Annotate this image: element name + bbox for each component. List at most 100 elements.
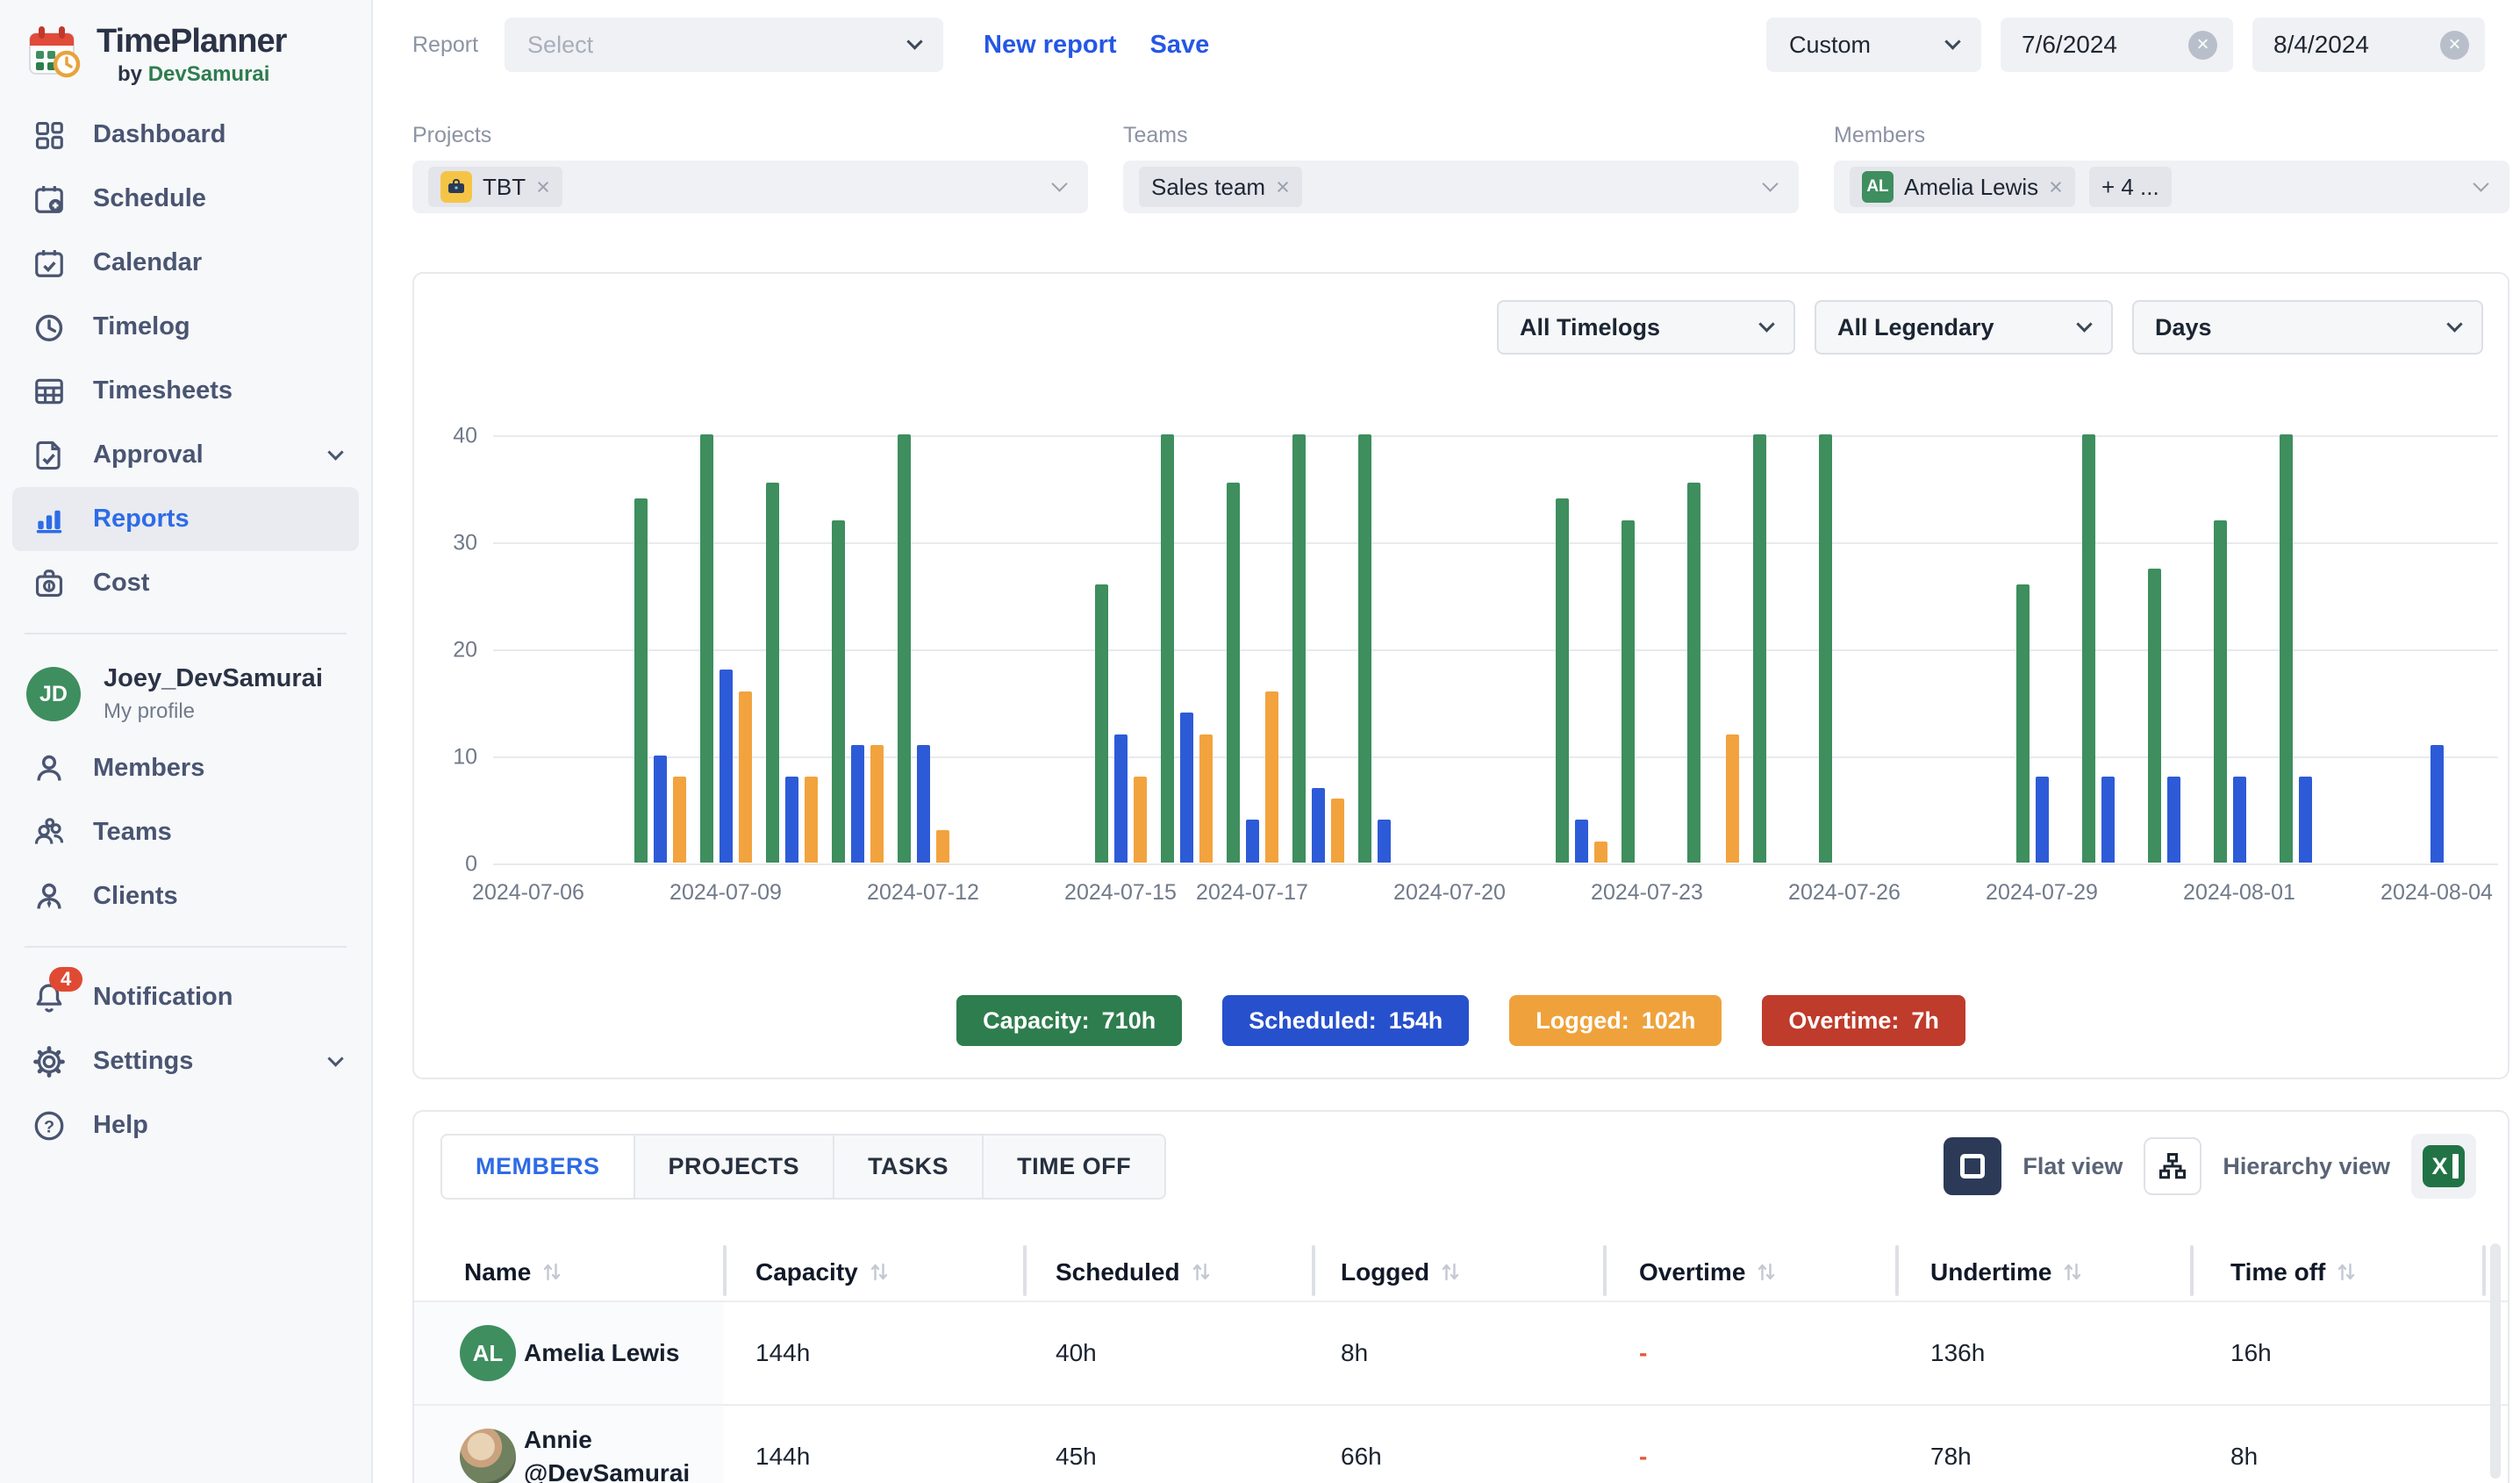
table-scrollbar[interactable] (2490, 1243, 2501, 1479)
chevron-down-icon (327, 1050, 343, 1066)
sidebar: TimePlanner by DevSamurai Dashboard Sche… (0, 0, 373, 1483)
timelogs-select[interactable]: All Timelogs (1497, 300, 1795, 355)
legend-label: Capacity: (983, 1007, 1090, 1035)
x-axis-tick: 2024-07-12 (867, 880, 979, 906)
x-axis-tick: 2024-08-01 (2183, 880, 2295, 906)
sidebar-item-schedule[interactable]: Schedule (0, 167, 371, 231)
column-header-label: Logged (1341, 1258, 1429, 1286)
sort-icon[interactable] (543, 1260, 561, 1284)
cell-time-off: 16h (2230, 1339, 2272, 1367)
sort-icon[interactable] (1192, 1260, 1210, 1284)
more-members-chip[interactable]: + 4 ... (2089, 167, 2172, 207)
column-separator (1023, 1245, 1027, 1296)
column-header-label: Scheduled (1056, 1258, 1180, 1286)
sidebar-item-calendar[interactable]: Calendar (0, 231, 371, 295)
sidebar-item-clients[interactable]: Clients (0, 864, 371, 928)
sidebar-item-cost[interactable]: Cost (0, 551, 371, 615)
sort-icon[interactable] (1758, 1260, 1775, 1284)
chart-bar-capacity (2082, 434, 2095, 863)
range-preset-select[interactable]: Custom (1766, 18, 1981, 72)
people-icon (30, 813, 68, 852)
column-header-time-off[interactable]: Time off (2230, 1258, 2355, 1286)
app-subtitle: by DevSamurai (118, 62, 286, 87)
sidebar-item-approval[interactable]: Approval (0, 423, 371, 487)
legend-toggle-logged[interactable]: Logged:102h (1509, 995, 1722, 1046)
tab-time-off[interactable]: TIME OFF (984, 1136, 1164, 1198)
hierarchy-view-button[interactable] (2144, 1137, 2201, 1195)
team-chip[interactable]: Sales team × (1139, 167, 1302, 207)
sort-icon[interactable] (1442, 1260, 1459, 1284)
sidebar-item-members[interactable]: Members (0, 736, 371, 800)
date-to-field[interactable]: 8/4/2024 × (2252, 18, 2485, 72)
project-chip[interactable]: TBT × (428, 167, 562, 207)
table-row[interactable]: ALAmelia Lewis144h40h8h-136h16h (414, 1300, 2508, 1404)
column-header-name[interactable]: Name (464, 1258, 561, 1286)
column-separator (2482, 1245, 2486, 1296)
sidebar-divider (25, 946, 347, 948)
square-icon (1960, 1154, 1985, 1179)
members-multiselect[interactable]: AL Amelia Lewis × + 4 ... (1834, 161, 2509, 213)
projects-label: Projects (412, 123, 1088, 148)
project-chip-label: TBT (483, 174, 526, 201)
calendar-plus-icon (30, 180, 68, 219)
sidebar-item-reports[interactable]: Reports (12, 487, 359, 551)
column-header-overtime[interactable]: Overtime (1639, 1258, 1775, 1286)
clear-date-icon[interactable]: × (2188, 31, 2217, 60)
export-excel-button[interactable]: X (2411, 1134, 2476, 1199)
granularity-select[interactable]: Days (2132, 300, 2483, 355)
remove-chip-icon[interactable]: × (2049, 174, 2063, 201)
chart-bar-scheduled (2036, 777, 2049, 863)
legend-toggle-capacity[interactable]: Capacity:710h (956, 995, 1182, 1046)
flat-view-button[interactable] (1944, 1137, 2001, 1195)
member-chip[interactable]: AL Amelia Lewis × (1850, 167, 2075, 207)
sidebar-item-timelog[interactable]: Timelog (0, 295, 371, 359)
tab-projects[interactable]: PROJECTS (635, 1136, 835, 1198)
chart-bar-scheduled (1246, 820, 1259, 863)
legend-select[interactable]: All Legendary (1815, 300, 2113, 355)
clear-date-icon[interactable]: × (2440, 31, 2469, 60)
app-title: TimePlanner (97, 23, 286, 61)
new-report-link[interactable]: New report (984, 31, 1116, 60)
sidebar-item-dashboard[interactable]: Dashboard (0, 103, 371, 167)
sidebar-item-timesheets[interactable]: Timesheets (0, 359, 371, 423)
chart-bar-capacity (1687, 483, 1700, 863)
teams-multiselect[interactable]: Sales team × (1123, 161, 1799, 213)
save-link[interactable]: Save (1150, 31, 1210, 60)
timeplanner-app: TimePlanner by DevSamurai Dashboard Sche… (0, 0, 2520, 1483)
column-header-scheduled[interactable]: Scheduled (1056, 1258, 1210, 1286)
chart-bar-scheduled (2431, 745, 2444, 863)
sidebar-item-notification[interactable]: 4 Notification (0, 965, 371, 1029)
sidebar-item-teams[interactable]: Teams (0, 800, 371, 864)
sidebar-item-settings[interactable]: Settings (0, 1029, 371, 1093)
remove-chip-icon[interactable]: × (1276, 174, 1290, 201)
remove-chip-icon[interactable]: × (536, 174, 550, 201)
gridline (493, 756, 2498, 758)
tab-tasks[interactable]: TASKS (834, 1136, 984, 1198)
projects-multiselect[interactable]: TBT × (412, 161, 1088, 213)
date-from-field[interactable]: 7/6/2024 × (2001, 18, 2233, 72)
table-row[interactable]: Annie@DevSamurai144h45h66h-78h8h (414, 1404, 2508, 1483)
column-separator (2190, 1245, 2194, 1296)
clock-icon (30, 308, 68, 347)
sort-icon[interactable] (2337, 1260, 2355, 1284)
sidebar-item-help[interactable]: ? Help (0, 1093, 371, 1157)
sidebar-item-label: Teams (93, 818, 172, 847)
chart-bar-logged (805, 777, 818, 863)
profile-item[interactable]: JD Joey_DevSamurai My profile (0, 652, 371, 736)
column-header-capacity[interactable]: Capacity (755, 1258, 888, 1286)
legend-toggle-overtime[interactable]: Overtime:7h (1762, 995, 1965, 1046)
granularity-select-value: Days (2155, 314, 2212, 341)
column-header-undertime[interactable]: Undertime (1930, 1258, 2081, 1286)
report-chart-card: All Timelogs All Legendary Days 40302010… (412, 272, 2509, 1079)
x-axis-tick: 2024-07-29 (1986, 880, 2098, 906)
tab-members[interactable]: MEMBERS (442, 1136, 635, 1198)
report-select[interactable]: Select (505, 18, 943, 72)
legend-toggle-scheduled[interactable]: Scheduled:154h (1222, 995, 1469, 1046)
sort-icon[interactable] (2064, 1260, 2081, 1284)
column-header-logged[interactable]: Logged (1341, 1258, 1459, 1286)
column-separator (1603, 1245, 1607, 1296)
table-header: Name Capacity Scheduled Logged Overtime Under… (414, 1243, 2508, 1300)
teams-label: Teams (1123, 123, 1799, 148)
report-table-card: MEMBERS PROJECTS TASKS TIME OFF Flat vie… (412, 1110, 2509, 1483)
sort-icon[interactable] (870, 1260, 888, 1284)
